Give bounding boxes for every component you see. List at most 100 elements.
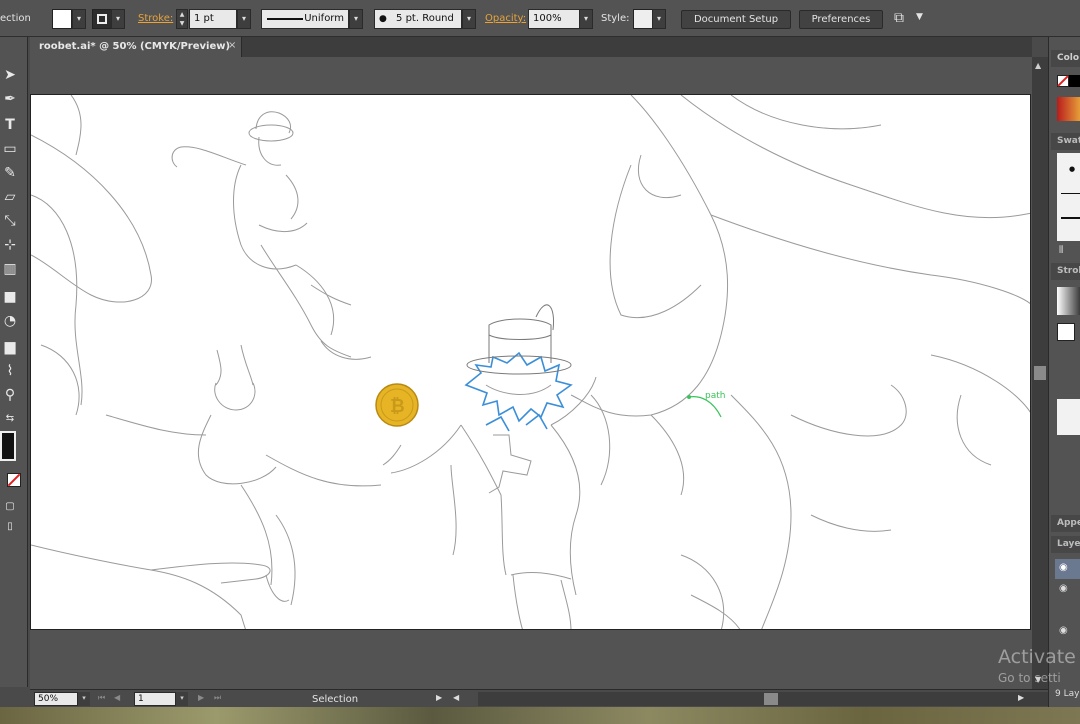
vertical-scrollbar[interactable]: ▲ ▼	[1032, 57, 1048, 689]
activate-windows-watermark: Activate V	[998, 646, 1080, 668]
zoom-tool-icon[interactable]: ⚲	[0, 385, 20, 405]
scale-tool-icon[interactable]: ⤡	[0, 211, 20, 231]
layers-panel-tab[interactable]: Laye	[1051, 536, 1080, 553]
style-label: Style:	[601, 13, 630, 24]
swap-colors-icon[interactable]: ⇆	[0, 409, 20, 429]
artwork-svg: ₿	[31, 95, 1030, 629]
swatches-panel-tab[interactable]: Swat	[1051, 133, 1080, 150]
stroke-profile-field[interactable]: Uniform	[261, 9, 349, 29]
artboard-number-field[interactable]: 1	[134, 692, 176, 706]
visibility-eye-icon[interactable]: ◉	[1059, 562, 1068, 573]
arrange-documents-icon[interactable]: ⧉	[894, 10, 904, 26]
stroke-weight-field[interactable]: 1 pt	[189, 9, 237, 29]
stroke-label[interactable]: Stroke:	[138, 13, 173, 24]
gradient-tool-icon[interactable]: ■	[0, 287, 20, 307]
horizontal-scroll-thumb[interactable]	[764, 693, 778, 705]
status-bar: 50% ▾ ⏮ ◀ 1 ▾ ▶ ⏭ Selection ▶ ◀ ▶	[30, 689, 1062, 707]
gradient-swatch[interactable]	[1057, 287, 1080, 315]
stroke-swatch[interactable]	[92, 9, 112, 29]
stroke-profile-dropdown-icon[interactable]: ▾	[349, 9, 363, 29]
type-tool-icon[interactable]: T	[0, 115, 20, 135]
scroll-right-icon[interactable]: ▶	[1018, 693, 1024, 702]
scroll-up-icon[interactable]: ▲	[1035, 61, 1041, 70]
brush-line-1	[1061, 193, 1080, 194]
rectangle-tool-icon[interactable]: ▭	[0, 139, 20, 159]
left-edge-figure	[31, 95, 271, 629]
fill-box[interactable]	[1057, 323, 1075, 341]
appearance-panel-tab[interactable]: Appe	[1051, 515, 1080, 532]
layer-row-selected[interactable]: ◉	[1055, 559, 1080, 579]
draw-mode-icon[interactable]: ▢	[0, 497, 20, 517]
zoom-field[interactable]: 50%	[34, 692, 78, 706]
pencil-tool-icon[interactable]: ✎	[0, 163, 20, 183]
scroll-left-icon[interactable]: ◀	[453, 693, 459, 702]
preferences-button[interactable]: Preferences	[799, 10, 883, 29]
hero-top-hat	[466, 304, 572, 375]
artboard[interactable]: ₿ path	[30, 94, 1031, 630]
brush-dot-icon: ●	[379, 14, 387, 24]
screen-mode-icon[interactable]: ▯	[0, 517, 20, 537]
visibility-eye-icon-2[interactable]: ◉	[1059, 583, 1068, 594]
document-tab-bar: roobet.ai* @ 50% (CMYK/Preview) ×	[30, 37, 1032, 57]
library-icon[interactable]: ⫴	[1059, 245, 1063, 256]
vertical-scroll-thumb[interactable]	[1034, 366, 1046, 380]
previous-artboard-icon[interactable]: ◀	[114, 693, 120, 702]
free-transform-tool-icon[interactable]: ⊹	[0, 235, 20, 255]
document-tab[interactable]: roobet.ai* @ 50% (CMYK/Preview) ×	[30, 37, 242, 57]
next-artboard-icon[interactable]: ▶	[198, 693, 204, 702]
stroke-color-box[interactable]	[0, 431, 16, 461]
illustrator-window: ection ▾ ▾ Stroke: ▲ ▼ 1 pt ▾ Uniform ▾ ●…	[0, 0, 1080, 724]
graph-tool-icon[interactable]: ▆	[0, 337, 20, 357]
opacity-field[interactable]: 100%	[528, 9, 580, 29]
brush-dot-icon-2: ●	[1069, 165, 1076, 173]
zoom-dropdown-icon[interactable]: ▾	[78, 692, 90, 706]
desktop-strip	[0, 707, 1080, 724]
stroke-panel-tab[interactable]: Strok	[1051, 263, 1080, 280]
tool-mode-label: ection	[0, 13, 31, 24]
selection-tool-icon[interactable]: ➤	[0, 65, 20, 85]
fill-swatch[interactable]	[52, 9, 72, 29]
style-swatch[interactable]	[633, 9, 653, 29]
style-dropdown-icon[interactable]: ▾	[652, 9, 666, 29]
stroke-dropdown-icon[interactable]: ▾	[111, 9, 125, 29]
shape-builder-tool-icon[interactable]: ◔	[0, 311, 20, 331]
transparency-thumbnail[interactable]	[1057, 399, 1080, 435]
stroke-stepper-icon[interactable]: ▲ ▼	[176, 9, 188, 29]
large-figure	[570, 95, 1030, 629]
color-spectrum[interactable]	[1057, 97, 1080, 121]
brush-field[interactable]: ● 5 pt. Round	[374, 9, 462, 29]
first-artboard-icon[interactable]: ⏮	[98, 693, 105, 703]
close-tab-icon[interactable]: ×	[228, 40, 236, 51]
svg-text:₿: ₿	[390, 396, 405, 417]
document-setup-button[interactable]: Document Setup	[681, 10, 791, 29]
color-none-icon[interactable]	[1057, 75, 1069, 87]
symbol-sprayer-tool-icon[interactable]: ▥	[0, 259, 20, 279]
artboard-dropdown-icon[interactable]: ▾	[176, 692, 188, 706]
tools-panel: ➤ ✒ T ▭ ✎ ▱ ⤡ ⊹ ▥ ■ ◔ ▆ ⌇ ⚲ ⇆ ▢ ▯	[0, 37, 28, 687]
layer-count: 9 Lay	[1055, 689, 1080, 699]
jumping-figure	[171, 111, 372, 360]
eyedropper-tool-icon[interactable]: ⌇	[0, 361, 20, 381]
status-text: Selection	[312, 694, 359, 705]
bitcoin-coin: ₿	[375, 383, 419, 427]
visibility-eye-icon-3[interactable]: ◉	[1059, 625, 1068, 636]
path-label: path	[705, 391, 726, 401]
eraser-tool-icon[interactable]: ▱	[0, 187, 20, 207]
stroke-weight-dropdown-icon[interactable]: ▾	[237, 9, 251, 29]
opacity-label[interactable]: Opacity:	[485, 13, 526, 24]
pasteboard[interactable]: ₿ path	[30, 57, 1032, 689]
horizontal-scrollbar[interactable]	[478, 692, 1062, 706]
last-artboard-icon[interactable]: ⏭	[214, 693, 221, 703]
opacity-dropdown-icon[interactable]: ▾	[579, 9, 593, 29]
panel-menu-icon[interactable]: ▼	[916, 12, 923, 22]
none-color-icon[interactable]	[7, 473, 21, 487]
brush-dropdown-icon[interactable]: ▾	[462, 9, 476, 29]
brush-list[interactable]: ●	[1057, 153, 1080, 241]
color-panel-tab[interactable]: Colo	[1051, 50, 1080, 67]
dancing-figure	[105, 344, 382, 606]
status-menu-icon[interactable]: ▶	[436, 693, 442, 702]
control-bar: ection ▾ ▾ Stroke: ▲ ▼ 1 pt ▾ Uniform ▾ ●…	[0, 0, 1080, 37]
pen-tool-icon[interactable]: ✒	[0, 89, 20, 109]
color-black-swatch[interactable]	[1069, 75, 1080, 87]
fill-dropdown-icon[interactable]: ▾	[72, 9, 86, 29]
